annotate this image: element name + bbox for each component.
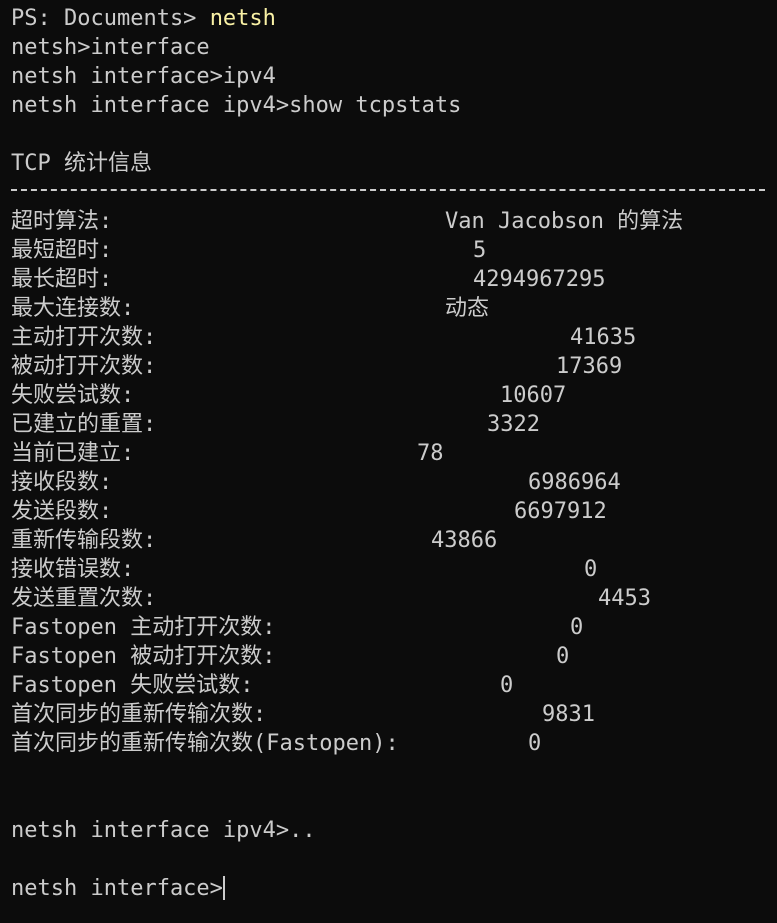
terminal-window[interactable]: PS: Documents> netsh netsh>interface net…	[0, 0, 777, 923]
stat-label: Fastopen 失败尝试数:	[11, 673, 254, 698]
stat-label: 被动打开次数:	[11, 354, 157, 379]
stat-label: 最长超时:	[11, 267, 113, 292]
stat-label: 最大连接数:	[11, 296, 135, 321]
stat-value: 3322	[487, 412, 540, 437]
stat-label: 重新传输段数:	[11, 528, 157, 553]
stat-value: 41635	[570, 325, 637, 350]
stat-value: 5	[473, 238, 487, 263]
stat-label: 最短超时:	[11, 238, 113, 263]
stat-value: 6986964	[528, 470, 621, 495]
stat-value: 0	[584, 557, 598, 582]
show-tcpstats-command-line: netsh interface ipv4>show tcpstats	[11, 93, 462, 118]
stat-label: 首次同步的重新传输次数:	[11, 702, 267, 727]
netsh-command: netsh	[209, 6, 276, 31]
stat-label: Fastopen 主动打开次数:	[11, 615, 276, 640]
text-cursor	[222, 876, 225, 900]
stat-value: 0	[556, 644, 570, 669]
interface-command-line: netsh>interface	[11, 35, 210, 60]
stat-value: 0	[570, 615, 584, 640]
stat-label: 当前已建立:	[11, 441, 135, 466]
stat-value: 17369	[556, 354, 623, 379]
stat-value: 10607	[500, 383, 567, 408]
stat-value: 6697912	[514, 499, 607, 524]
stat-value: 4453	[598, 586, 651, 611]
ps-prompt: PS: Documents>	[11, 6, 210, 31]
stat-label: 发送重置次数:	[11, 586, 157, 611]
stat-value: 0	[500, 673, 514, 698]
stat-label: 失败尝试数:	[11, 383, 135, 408]
stat-label: 接收错误数:	[11, 557, 135, 582]
stat-label: 超时算法:	[11, 209, 113, 234]
final-prompt: netsh interface>	[11, 876, 223, 901]
dotdot-command-line: netsh interface ipv4>..	[11, 818, 316, 843]
stat-label: 接收段数:	[11, 470, 113, 495]
stat-value: 4294967295	[473, 267, 606, 292]
stat-value: Van Jacobson 的算法	[445, 209, 684, 234]
stat-label: 已建立的重置:	[11, 412, 157, 437]
stat-value: 动态	[445, 296, 490, 321]
ipv4-command-line: netsh interface>ipv4	[11, 64, 276, 89]
stat-value: 9831	[542, 702, 595, 727]
separator-line	[11, 189, 765, 191]
stat-value: 0	[528, 731, 542, 756]
final-prompt-line[interactable]: netsh interface>	[11, 874, 225, 903]
ps-prompt-line: PS: Documents> netsh	[11, 4, 276, 33]
stat-value: 78	[417, 441, 444, 466]
section-title: TCP 统计信息	[11, 151, 152, 176]
stat-label: Fastopen 被动打开次数:	[11, 644, 276, 669]
stat-label: 发送段数:	[11, 499, 113, 524]
stat-label: 首次同步的重新传输次数(Fastopen):	[11, 731, 399, 756]
stat-label: 主动打开次数:	[11, 325, 157, 350]
stat-value: 43866	[431, 528, 498, 553]
